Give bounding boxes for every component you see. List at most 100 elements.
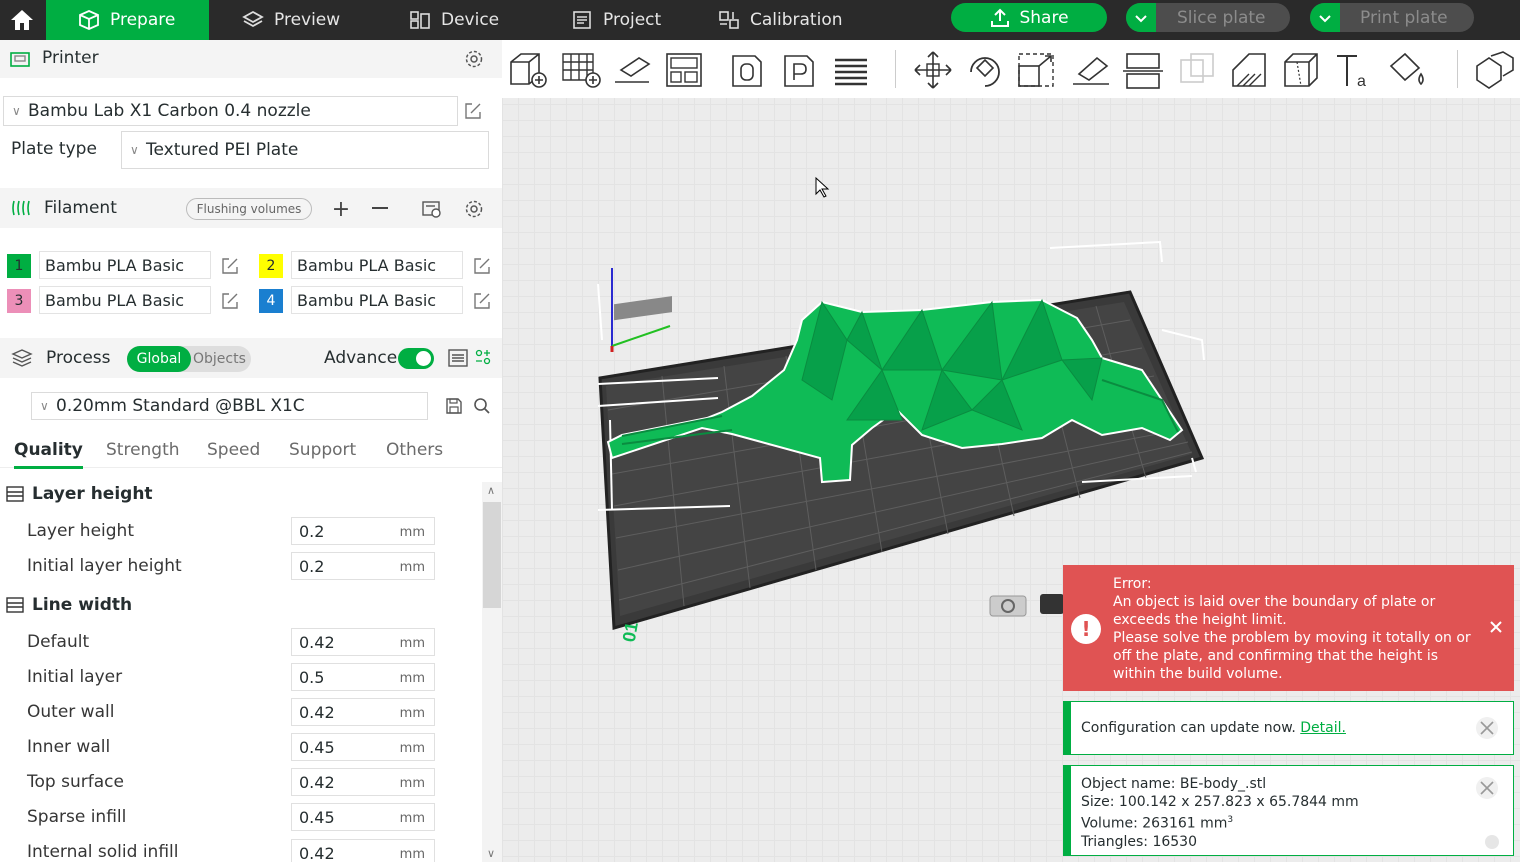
plate-number-label: 01 <box>619 620 642 643</box>
scroll-up-icon[interactable]: ∧ <box>487 484 495 497</box>
tab-strength[interactable]: Strength <box>106 432 180 468</box>
filament-color-swatch[interactable]: 2 <box>259 254 283 278</box>
printer-section-label: Printer <box>42 48 99 68</box>
line-width-group: Line width <box>6 595 132 615</box>
line-width-internal-solid-input[interactable]: 0.42 mm <box>291 839 435 862</box>
search-icon[interactable] <box>472 396 492 416</box>
lay-on-face-icon[interactable] <box>1068 48 1114 92</box>
objects-option[interactable]: Objects <box>193 346 246 372</box>
gear-icon[interactable] <box>463 48 485 70</box>
filament-preset-select[interactable]: Bambu PLA Basic <box>39 251 211 279</box>
tab-preview[interactable]: Preview <box>242 0 340 40</box>
settings-scrollbar[interactable]: ∧ ∨ <box>482 482 502 862</box>
param-label: Initial layer height <box>27 556 182 576</box>
global-option[interactable]: Global <box>127 346 191 372</box>
filament-preset-select[interactable]: Bambu PLA Basic <box>39 286 211 314</box>
line-width-sparse-infill-input[interactable]: 0.45 mm <box>291 803 435 831</box>
gear-icon[interactable] <box>463 198 485 220</box>
tab-quality[interactable]: Quality <box>14 432 83 469</box>
tab-device[interactable]: Device <box>409 0 499 40</box>
move-icon[interactable] <box>910 48 956 92</box>
add-object-icon[interactable] <box>504 48 550 92</box>
tab-speed[interactable]: Speed <box>207 432 260 468</box>
text-icon[interactable]: a <box>1332 48 1378 92</box>
edit-icon[interactable] <box>471 290 493 312</box>
advance-toggle[interactable] <box>398 348 434 369</box>
support-paint-icon[interactable] <box>1226 48 1272 92</box>
color-paint-icon[interactable] <box>1384 48 1430 92</box>
close-icon[interactable] <box>1488 619 1504 635</box>
error-title: Error: <box>1113 576 1152 592</box>
chevron-down-icon[interactable] <box>1310 3 1340 32</box>
slice-plate-button[interactable]: Slice plate <box>1126 3 1290 32</box>
seam-paint-icon[interactable] <box>1278 48 1324 92</box>
minimize-icon[interactable] <box>1485 835 1499 849</box>
share-button[interactable]: Share <box>951 3 1107 32</box>
object-size: Size: 100.142 x 257.823 x 65.7844 mm <box>1081 794 1359 810</box>
unit-label: mm <box>399 671 425 686</box>
filament-preset-select[interactable]: Bambu PLA Basic <box>291 251 463 279</box>
param-label: Top surface <box>27 772 124 792</box>
chevron-down-icon[interactable] <box>1126 3 1156 32</box>
line-width-inner-wall-input[interactable]: 0.45 mm <box>291 733 435 761</box>
home-icon[interactable] <box>0 0 44 40</box>
line-width-default-input[interactable]: 0.42 mm <box>291 628 435 656</box>
edit-icon[interactable] <box>462 100 484 122</box>
unit-label: mm <box>399 847 425 862</box>
filament-color-swatch[interactable]: 1 <box>7 254 31 278</box>
layer-height-input[interactable]: 0.2 mm <box>291 517 435 545</box>
edit-icon[interactable] <box>219 290 241 312</box>
scrollbar-thumb[interactable] <box>483 502 501 608</box>
filament-color-swatch[interactable]: 3 <box>7 289 31 313</box>
upload-icon <box>991 8 1010 27</box>
save-icon[interactable] <box>444 396 464 416</box>
orient-plate-icon[interactable] <box>724 48 770 92</box>
unit-label: mm <box>399 706 425 721</box>
chevron-down-icon: ∨ <box>130 143 139 157</box>
auto-orient-icon[interactable] <box>610 48 656 92</box>
plate-type-select[interactable]: ∨ Textured PEI Plate <box>121 131 489 169</box>
sync-filament-icon[interactable] <box>420 198 444 220</box>
cut-icon[interactable] <box>1120 48 1166 92</box>
rotate-icon[interactable] <box>962 48 1008 92</box>
arrange-icon[interactable] <box>662 48 708 92</box>
close-icon[interactable] <box>1473 714 1501 742</box>
edit-icon[interactable] <box>471 255 493 277</box>
plate-settings-icon[interactable] <box>776 48 822 92</box>
filament-color-swatch[interactable]: 4 <box>259 289 283 313</box>
tab-support[interactable]: Support <box>289 432 356 468</box>
device-icon <box>410 11 430 29</box>
edit-icon[interactable] <box>219 255 241 277</box>
split-objects-icon[interactable] <box>1470 48 1516 92</box>
line-width-top-surface-input[interactable]: 0.42 mm <box>291 768 435 796</box>
tab-calibration[interactable]: Calibration <box>718 0 843 40</box>
add-icon[interactable]: + <box>331 197 351 222</box>
minus-icon[interactable] <box>370 199 390 219</box>
detail-link[interactable]: Detail. <box>1300 720 1346 736</box>
error-notification: ! Error: An object is laid over the boun… <box>1063 565 1514 691</box>
process-preset-select[interactable]: ∨ 0.20mm Standard @BBL X1C <box>31 392 428 420</box>
object-info-text: Object name: BE-body_.stl Size: 100.142 … <box>1081 775 1359 851</box>
close-icon[interactable] <box>1473 774 1501 802</box>
flushing-volumes-button[interactable]: Flushing volumes <box>186 198 312 220</box>
print-plate-button[interactable]: Print plate <box>1310 3 1474 32</box>
printer-preset-select[interactable]: ∨ Bambu Lab X1 Carbon 0.4 nozzle <box>3 96 458 126</box>
tab-others[interactable]: Others <box>386 432 443 468</box>
param-label: Layer height <box>27 521 134 541</box>
layer-list-icon[interactable] <box>828 48 874 92</box>
list-icon[interactable] <box>448 348 468 368</box>
filament-preset-select[interactable]: Bambu PLA Basic <box>291 286 463 314</box>
unit-label: mm <box>399 636 425 651</box>
scale-icon[interactable] <box>1014 48 1060 92</box>
toolbar-separator <box>1457 50 1458 88</box>
line-width-initial-input[interactable]: 0.5 mm <box>291 663 435 691</box>
unit-label: mm <box>399 811 425 826</box>
tab-prepare[interactable]: Prepare <box>46 0 209 40</box>
plate-type-label: Plate type <box>11 139 97 159</box>
scroll-down-icon[interactable]: ∨ <box>487 847 495 860</box>
line-width-outer-wall-input[interactable]: 0.42 mm <box>291 698 435 726</box>
compare-icon[interactable] <box>474 348 492 366</box>
add-plate-icon[interactable] <box>558 48 604 92</box>
tab-project[interactable]: Project <box>571 0 661 40</box>
initial-layer-height-input[interactable]: 0.2 mm <box>291 552 435 580</box>
